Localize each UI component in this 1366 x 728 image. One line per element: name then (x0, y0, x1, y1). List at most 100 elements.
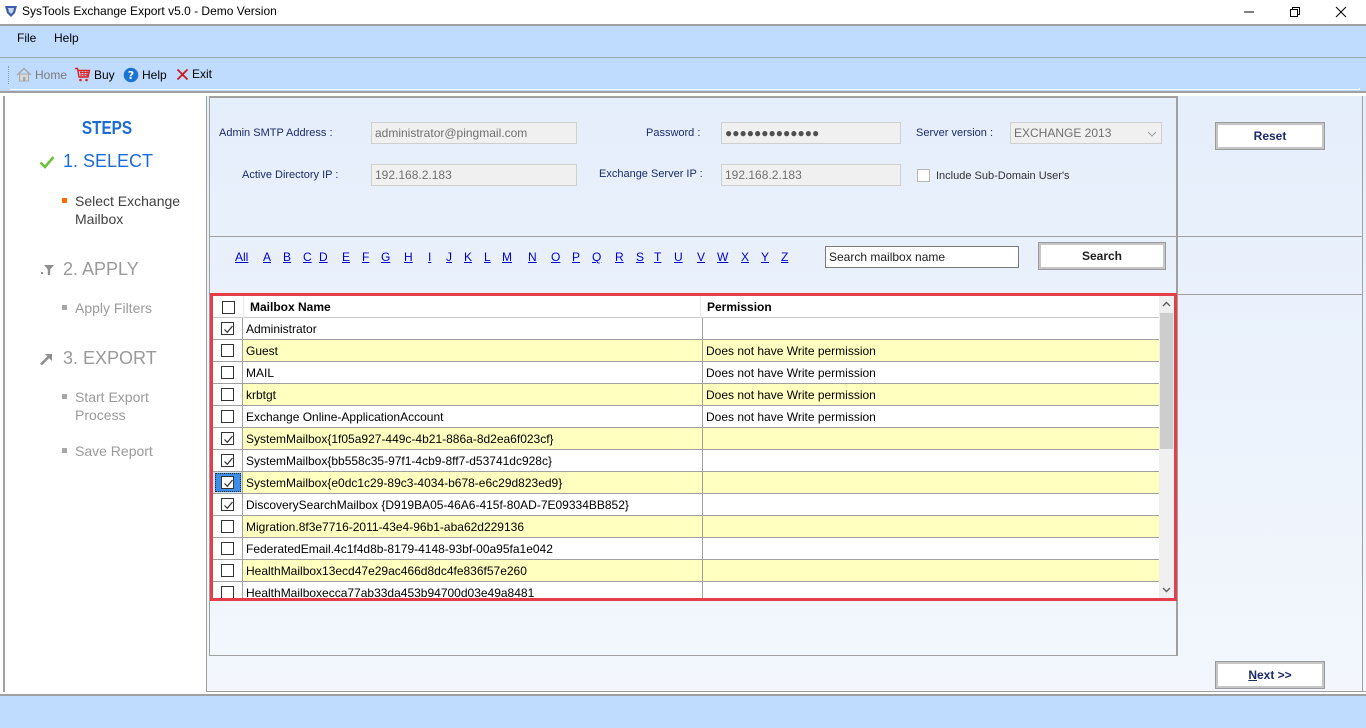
alphabet-link-s[interactable]: S (636, 250, 644, 264)
row-checkbox-cell[interactable] (213, 318, 243, 339)
server-version-select[interactable]: EXCHANGE 2013 (1010, 122, 1162, 144)
alphabet-link-t[interactable]: T (654, 250, 661, 264)
password-field[interactable]: ●●●●●●●●●●●●● (721, 122, 901, 144)
alphabet-link-m[interactable]: M (502, 250, 512, 264)
row-checkbox[interactable] (221, 344, 234, 357)
table-row[interactable]: SystemMailbox{e0dc1c29-89c3-4034-b678-e6… (213, 472, 1159, 494)
row-checkbox-cell[interactable] (213, 406, 243, 427)
row-checkbox-cell[interactable] (213, 516, 243, 537)
scrollbar-thumb[interactable] (1160, 313, 1173, 449)
search-button[interactable]: Search (1038, 242, 1166, 270)
toolbar-edge (10, 88, 1360, 90)
menu-help[interactable]: Help (54, 31, 79, 45)
row-checkbox[interactable] (221, 366, 234, 379)
table-row[interactable]: krbtgt Does not have Write permission (213, 384, 1159, 406)
row-checkbox[interactable] (221, 410, 234, 423)
alphabet-link-u[interactable]: U (674, 250, 683, 264)
table-row[interactable]: HealthMailbox13ecd47e29ac466d8dc4fe836f5… (213, 560, 1159, 582)
alphabet-link-h[interactable]: H (404, 250, 413, 264)
alphabet-link-r[interactable]: R (615, 250, 624, 264)
alphabet-link-l[interactable]: L (484, 250, 491, 264)
table-row[interactable]: SystemMailbox{bb558c35-97f1-4cb9-8ff7-d5… (213, 450, 1159, 472)
checkmark-icon (224, 457, 233, 466)
table-row[interactable]: Administrator (213, 318, 1159, 340)
toolbar-grip[interactable] (8, 66, 10, 84)
row-checkbox-cell[interactable] (213, 560, 243, 581)
buy-button[interactable]: Buy (74, 67, 115, 82)
admin-smtp-field[interactable]: administrator@pingmail.com (371, 122, 577, 144)
select-all-checkbox[interactable] (222, 301, 235, 314)
row-checkbox[interactable] (221, 498, 234, 511)
alphabet-link-all[interactable]: All (235, 250, 248, 264)
row-checkbox[interactable] (221, 454, 234, 467)
row-checkbox[interactable] (221, 388, 234, 401)
bullet-icon (62, 198, 67, 203)
menu-file[interactable]: File (17, 31, 36, 45)
row-checkbox-cell[interactable] (213, 340, 243, 361)
cart-icon (75, 67, 91, 82)
search-mailbox-input[interactable] (825, 246, 1019, 268)
alphabet-link-f[interactable]: F (362, 250, 369, 264)
active-directory-ip-field[interactable]: 192.168.2.183 (371, 164, 577, 186)
help-button[interactable]: ? Help (123, 67, 167, 83)
vertical-scrollbar[interactable] (1159, 296, 1174, 598)
alphabet-link-q[interactable]: Q (592, 250, 601, 264)
column-header-permission[interactable]: Permission (707, 300, 772, 314)
table-row[interactable]: Migration.8f3e7716-2011-43e4-96b1-aba62d… (213, 516, 1159, 538)
reset-button[interactable]: Reset (1215, 122, 1325, 150)
step-apply-label: 2. APPLY (63, 259, 139, 279)
home-button[interactable]: Home (16, 67, 67, 82)
alphabet-link-d[interactable]: D (319, 250, 328, 264)
row-checkbox[interactable] (221, 586, 234, 598)
alphabet-link-y[interactable]: Y (761, 250, 769, 264)
row-checkbox-cell[interactable] (213, 428, 243, 449)
alphabet-link-b[interactable]: B (283, 250, 291, 264)
close-button[interactable] (1318, 0, 1364, 24)
minimize-button[interactable] (1226, 0, 1272, 24)
exit-button[interactable]: Exit (176, 67, 212, 81)
row-checkbox-cell[interactable] (213, 362, 243, 383)
row-checkbox-cell[interactable] (213, 538, 243, 559)
alphabet-link-g[interactable]: G (381, 250, 390, 264)
row-checkbox-cell[interactable] (213, 384, 243, 405)
alphabet-link-i[interactable]: I (428, 250, 431, 264)
table-row[interactable]: DiscoverySearchMailbox {D919BA05-46A6-41… (213, 494, 1159, 516)
table-row[interactable]: HealthMailboxecca77ab33da453b94700d03e49… (213, 582, 1159, 598)
restore-button[interactable] (1272, 0, 1318, 24)
next-label: Next >> (1248, 668, 1292, 682)
row-checkbox[interactable] (221, 432, 234, 445)
column-header-mailbox-name[interactable]: Mailbox Name (250, 300, 331, 314)
scroll-down-button[interactable] (1159, 582, 1174, 598)
row-checkbox[interactable] (221, 322, 234, 335)
scroll-up-button[interactable] (1159, 296, 1174, 312)
alphabet-link-v[interactable]: V (697, 250, 705, 264)
row-checkbox[interactable] (221, 542, 234, 555)
include-subdomain-checkbox[interactable] (917, 169, 930, 182)
alphabet-link-o[interactable]: O (551, 250, 560, 264)
alphabet-link-n[interactable]: N (528, 250, 537, 264)
alphabet-link-k[interactable]: K (464, 250, 472, 264)
alphabet-link-e[interactable]: E (342, 250, 350, 264)
row-checkbox-cell[interactable] (213, 494, 243, 515)
alphabet-link-p[interactable]: P (572, 250, 580, 264)
alphabet-link-z[interactable]: Z (781, 250, 788, 264)
row-checkbox[interactable] (221, 520, 234, 533)
table-row[interactable]: FederatedEmail.4c1f4d8b-8179-4148-93bf-0… (213, 538, 1159, 560)
alphabet-link-a[interactable]: A (263, 250, 271, 264)
table-row[interactable]: Guest Does not have Write permission (213, 340, 1159, 362)
row-checkbox[interactable] (221, 564, 234, 577)
table-row[interactable]: MAIL Does not have Write permission (213, 362, 1159, 384)
exchange-server-ip-field[interactable]: 192.168.2.183 (721, 164, 901, 186)
row-checkbox[interactable] (221, 476, 234, 489)
alphabet-link-j[interactable]: J (446, 250, 452, 264)
table-row[interactable]: SystemMailbox{1f05a927-449c-4b21-886a-8d… (213, 428, 1159, 450)
alphabet-link-x[interactable]: X (741, 250, 749, 264)
alphabet-link-w[interactable]: W (717, 250, 728, 264)
table-row[interactable]: Exchange Online-ApplicationAccount Does n… (213, 406, 1159, 428)
row-checkbox-cell[interactable] (213, 582, 243, 598)
row-checkbox-cell[interactable] (213, 472, 243, 493)
alphabet-link-c[interactable]: C (303, 250, 312, 264)
row-checkbox-cell[interactable] (213, 450, 243, 471)
next-button[interactable]: Next >> (1215, 661, 1325, 689)
bullet-icon (62, 448, 67, 453)
